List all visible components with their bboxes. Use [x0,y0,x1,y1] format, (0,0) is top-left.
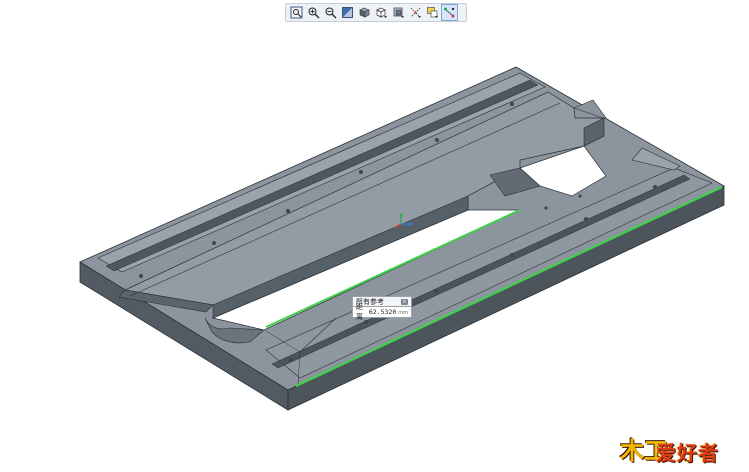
plate-model [79,66,725,411]
zoom-in-button[interactable] [305,4,322,21]
section-button[interactable] [390,4,407,21]
zoom-out-button[interactable] [322,4,339,21]
graphics-toolbar [285,3,467,22]
watermark-text: 爱好者 [656,441,719,465]
annotation-display-icon [427,7,438,18]
callout-value: 62.5320 [368,308,397,316]
annotation-display-button[interactable] [424,4,441,21]
repaint-icon [342,7,353,18]
repaint-button[interactable] [339,4,356,21]
zoom-fit-icon [290,6,303,19]
model-viewport[interactable] [0,24,749,472]
spin-center-icon [444,7,455,18]
callout-unit: mm [398,310,408,316]
callout-value-row: 距离 62.5320 mm [352,303,412,321]
saved-views-icon [376,7,387,18]
callout-label: 距离 [356,303,363,321]
measure-callout[interactable]: 所有参考 × 距离 62.5320 mm [352,296,412,321]
callout-close-icon[interactable]: × [401,298,408,305]
datum-display-icon [410,7,421,18]
display-style-icon [359,7,370,18]
spin-center-button[interactable] [441,4,458,21]
display-style-button[interactable] [356,4,373,21]
saved-views-button[interactable] [373,4,390,21]
zoom-in-icon [308,7,320,19]
watermark-logo: 木工 爱好者 [618,431,746,469]
zoom-out-icon [325,7,337,19]
zoom-fit-button[interactable] [288,4,305,21]
section-icon [393,7,404,18]
datum-display-button[interactable] [407,4,424,21]
